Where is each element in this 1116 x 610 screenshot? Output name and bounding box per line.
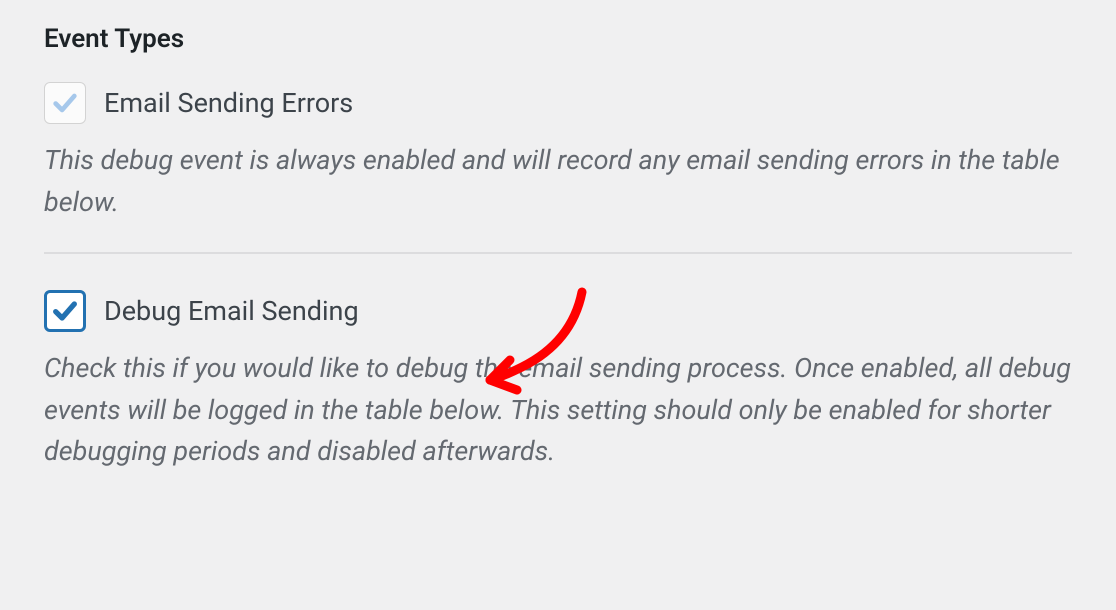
- section-heading: Event Types: [44, 24, 1072, 54]
- option-description-email-sending-errors: This debug event is always enabled and w…: [44, 140, 1072, 224]
- checkbox-debug-email-sending[interactable]: [44, 290, 86, 332]
- option-debug-email-sending: Debug Email Sending: [44, 290, 1072, 332]
- option-label-email-sending-errors: Email Sending Errors: [104, 87, 353, 119]
- checkbox-email-sending-errors: [44, 82, 86, 124]
- event-types-section: Event Types Email Sending Errors This de…: [44, 24, 1072, 473]
- option-label-debug-email-sending: Debug Email Sending: [104, 295, 359, 327]
- divider: [44, 252, 1072, 254]
- option-email-sending-errors: Email Sending Errors: [44, 82, 1072, 124]
- option-description-debug-email-sending: Check this if you would like to debug th…: [44, 348, 1072, 474]
- check-icon: [51, 297, 79, 325]
- check-icon: [51, 89, 79, 117]
